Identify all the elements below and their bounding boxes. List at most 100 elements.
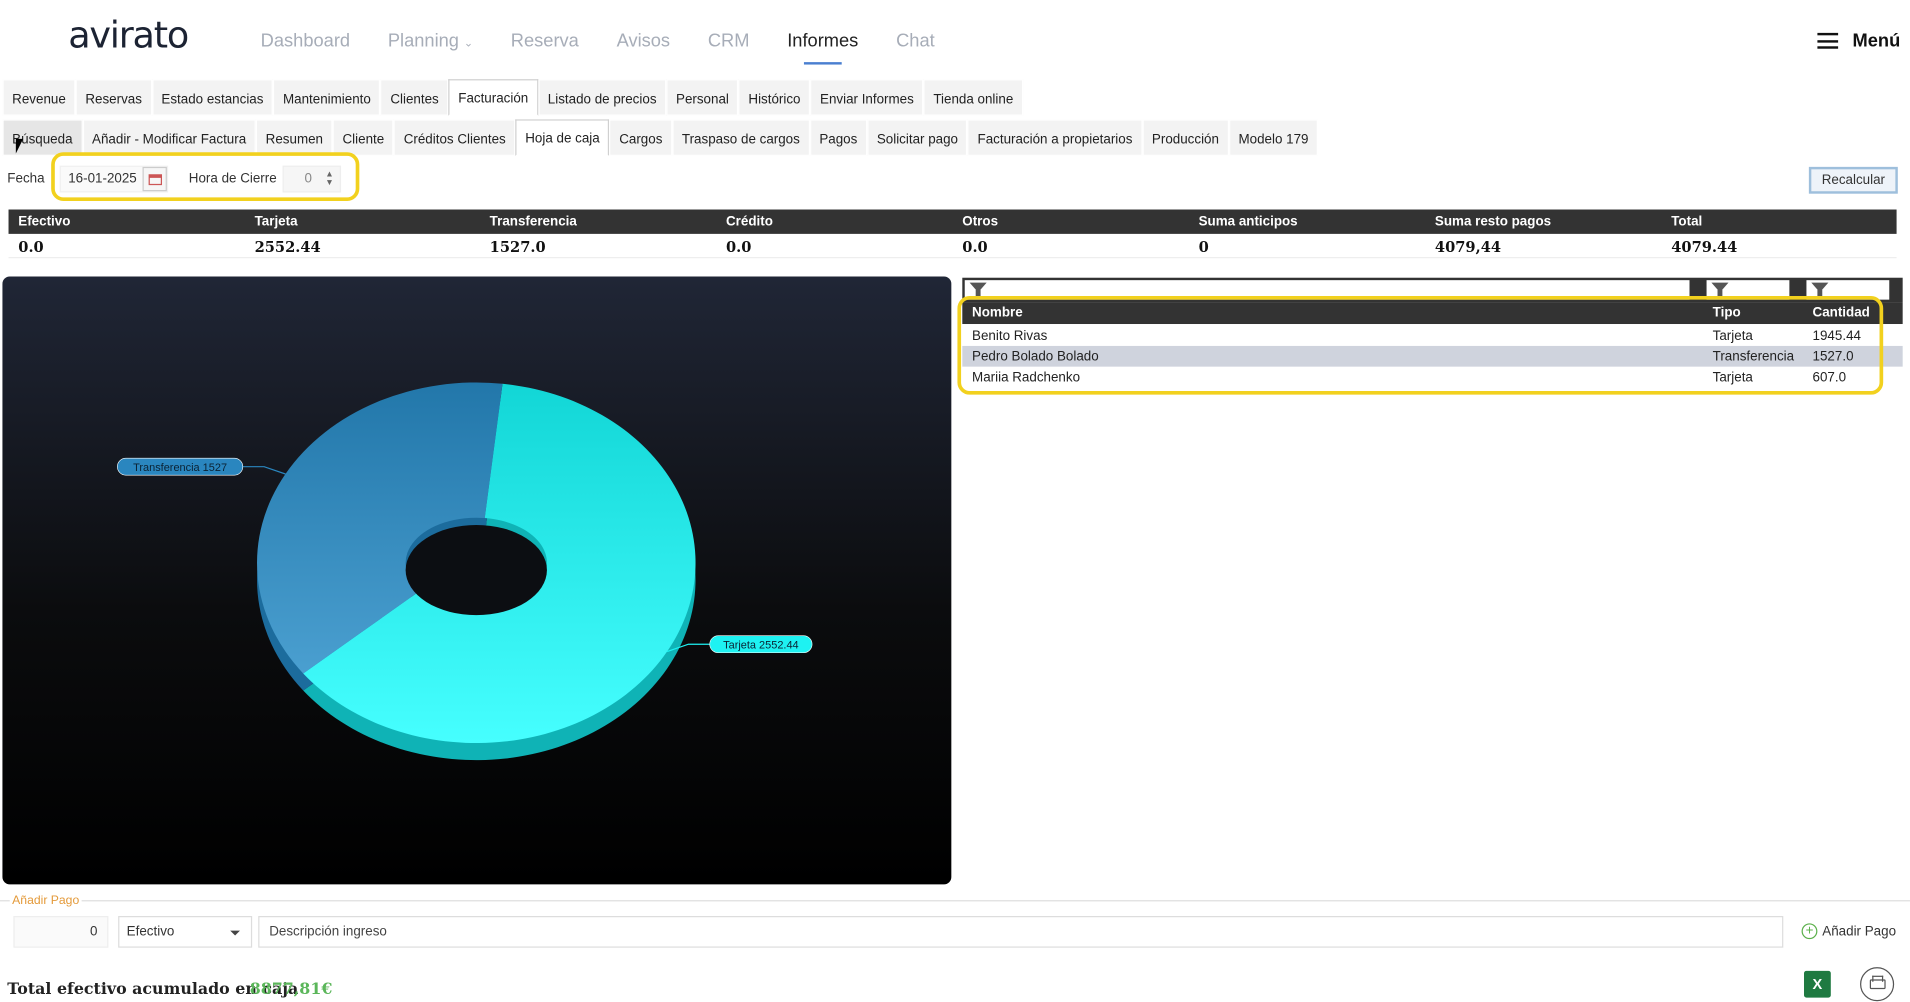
- subtab-busqueda[interactable]: Búsqueda: [2, 119, 83, 156]
- spinner-arrows-icon[interactable]: ▲ ▼: [325, 171, 333, 188]
- tab-enviar-informes[interactable]: Enviar Informes: [810, 79, 924, 116]
- summary-header-transferencia: Transferencia: [489, 214, 577, 230]
- grid-filter-row: [962, 277, 1903, 303]
- main-nav: Dashboard Planning ⌄ Reserva Avisos CRM I…: [261, 30, 973, 65]
- add-pago-section-label: Añadir Pago: [9, 894, 82, 908]
- add-pago-divider: [0, 900, 1910, 902]
- summary-header-total: Total: [1671, 214, 1703, 230]
- subtab-creditos-clientes[interactable]: Créditos Clientes: [393, 119, 516, 156]
- billing-subtabs: Búsqueda Añadir - Modificar Factura Resume…: [2, 119, 1319, 156]
- tab-listado-de-precios[interactable]: Listado de precios: [538, 79, 667, 116]
- subtab-pagos[interactable]: Pagos: [809, 119, 868, 156]
- total-efectivo-value: 8877,81€: [249, 980, 333, 999]
- nav-crm[interactable]: CRM: [708, 30, 750, 51]
- calendar-icon[interactable]: [142, 166, 167, 192]
- cell-nombre: Mariia Radchenko: [972, 370, 1081, 385]
- donut-hole: [405, 525, 547, 616]
- nav-dashboard[interactable]: Dashboard: [261, 30, 350, 51]
- top-header: avirato Dashboard Planning ⌄ Reserva Avis…: [0, 0, 1910, 78]
- subtab-produccion[interactable]: Producción: [1142, 119, 1229, 156]
- cell-cantidad: 1527.0: [1812, 349, 1854, 365]
- chart-svg: Tarjeta 2552.44 Transferencia 1527: [117, 382, 813, 761]
- summary-header-credito: Crédito: [725, 214, 773, 230]
- subtab-resumen[interactable]: Resumen: [255, 119, 333, 156]
- cell-nombre: Pedro Bolado Bolado: [972, 349, 1099, 365]
- summary-value-otros: 0.0: [962, 238, 988, 256]
- fecha-label: Fecha: [7, 171, 45, 187]
- cell-tipo: Tarjeta: [1712, 370, 1753, 385]
- tab-clientes[interactable]: Clientes: [380, 79, 449, 116]
- subtab-anadir-modificar-factura[interactable]: Añadir - Modificar Factura: [82, 119, 256, 156]
- nav-chat[interactable]: Chat: [896, 30, 935, 51]
- subtab-cargos[interactable]: Cargos: [609, 119, 673, 156]
- tab-tienda-online[interactable]: Tienda online: [923, 79, 1024, 116]
- filter-cantidad[interactable]: [1806, 280, 1890, 300]
- chart-data-label-transferencia: Transferencia 1527: [133, 462, 227, 474]
- plus-circle-icon: +: [1801, 923, 1818, 940]
- summary-value-credito: 0.0: [725, 238, 752, 256]
- add-pago-button-label: Añadir Pago: [1822, 923, 1897, 939]
- subtab-solicitar-pago[interactable]: Solicitar pago: [867, 119, 968, 156]
- pago-method-select[interactable]: Efectivo: [118, 916, 253, 948]
- print-icon[interactable]: [1860, 967, 1895, 1002]
- subtab-traspaso-de-cargos[interactable]: Traspaso de cargos: [672, 119, 810, 156]
- excel-export-icon[interactable]: X: [1804, 970, 1831, 998]
- tab-historico[interactable]: Histórico: [738, 79, 811, 116]
- cell-cantidad: 607.0: [1812, 370, 1847, 385]
- nav-avisos[interactable]: Avisos: [617, 30, 671, 51]
- filter-icon: [1811, 282, 1829, 299]
- subtab-cliente[interactable]: Cliente: [332, 119, 394, 156]
- chart-label-connector: [242, 466, 286, 475]
- chart-data-label-tarjeta: Tarjeta 2552.44: [723, 639, 799, 651]
- summary-header: Efectivo Tarjeta Transferencia Crédito Otros…: [8, 209, 1897, 234]
- col-tipo[interactable]: Tipo: [1713, 306, 1741, 321]
- nav-planning[interactable]: Planning ⌄: [388, 30, 473, 51]
- hora-cierre-label: Hora de Cierre: [188, 171, 277, 187]
- col-nombre[interactable]: Nombre: [972, 306, 1023, 321]
- cell-tipo: Tarjeta: [1712, 328, 1753, 344]
- summary-header-otros: Otros: [962, 214, 999, 230]
- nav-reserva[interactable]: Reserva: [511, 30, 579, 51]
- pago-amount-input[interactable]: 0: [13, 916, 109, 948]
- table-row[interactable]: Pedro Bolado Bolado Transferencia 1527.0: [962, 345, 1903, 367]
- tab-personal[interactable]: Personal: [666, 79, 739, 116]
- chevron-down-icon: ⌄: [463, 36, 474, 49]
- mouse-cursor-icon: [15, 138, 28, 154]
- cell-nombre: Benito Rivas: [972, 328, 1048, 344]
- subtab-hoja-de-caja[interactable]: Hoja de caja: [515, 119, 610, 156]
- pago-description-input[interactable]: Descripción ingreso: [258, 916, 1784, 948]
- tab-estado-estancias[interactable]: Estado estancias: [151, 79, 274, 116]
- filter-tipo[interactable]: [1706, 280, 1790, 300]
- report-tabs: Revenue Reservas Estado estancias Mantenimi…: [2, 79, 1024, 116]
- cell-cantidad: 1945.44: [1812, 328, 1861, 344]
- summary-value-suma-anticipos: 0: [1198, 238, 1209, 256]
- nav-informes[interactable]: Informes: [787, 30, 858, 65]
- tab-revenue[interactable]: Revenue: [2, 79, 76, 116]
- summary-value-transferencia: 1527.0: [489, 238, 546, 256]
- filter-icon: [1711, 282, 1729, 299]
- recalcular-button[interactable]: Recalcular: [1808, 166, 1898, 194]
- summary-header-tarjeta: Tarjeta: [254, 214, 298, 230]
- subtab-facturacion-a-propietarios[interactable]: Facturación a propietarios: [967, 119, 1143, 156]
- tab-facturacion[interactable]: Facturación: [448, 79, 539, 116]
- avirato-logo[interactable]: avirato: [68, 15, 189, 58]
- table-row[interactable]: Mariia Radchenko Tarjeta 607.0: [962, 367, 1902, 388]
- summary-header-efectivo: Efectivo: [18, 214, 71, 230]
- summary-value-total: 4079.44: [1671, 238, 1738, 256]
- payment-donut-chart: Tarjeta 2552.44 Transferencia 1527: [2, 276, 952, 885]
- filter-icon: [969, 282, 987, 299]
- filter-nombre[interactable]: [964, 280, 1690, 300]
- table-row[interactable]: Benito Rivas Tarjeta 1945.44: [962, 325, 1902, 346]
- grid-header: Nombre Tipo Cantidad: [962, 302, 1903, 325]
- summary-value-suma-resto-pagos: 4079,44: [1434, 238, 1502, 256]
- tab-mantenimiento[interactable]: Mantenimiento: [273, 79, 381, 116]
- cell-tipo: Transferencia: [1712, 349, 1795, 365]
- add-pago-button[interactable]: + Añadir Pago: [1801, 923, 1897, 940]
- hamburger-icon: [1817, 32, 1838, 49]
- subtab-modelo-179[interactable]: Modelo 179: [1228, 119, 1319, 156]
- summary-value-tarjeta: 2552.44: [254, 238, 321, 256]
- menu-button[interactable]: Menú: [1817, 30, 1900, 51]
- summary-header-suma-resto-pagos: Suma resto pagos: [1434, 214, 1552, 230]
- col-cantidad[interactable]: Cantidad: [1813, 306, 1870, 321]
- tab-reservas[interactable]: Reservas: [75, 79, 152, 116]
